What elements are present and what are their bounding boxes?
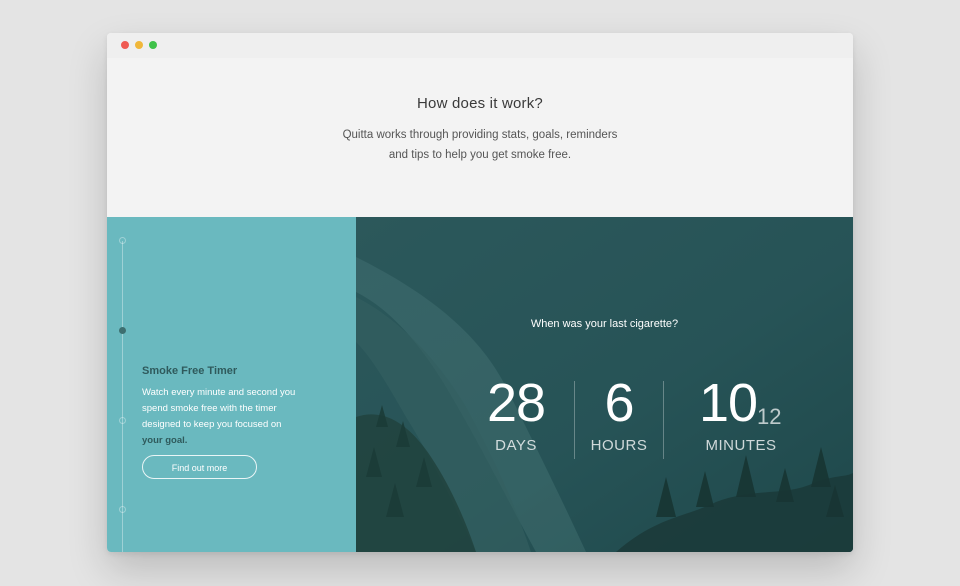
timer-days: 28 DAYS <box>476 375 556 454</box>
section-title: How does it work? <box>417 95 543 112</box>
timeline-step-3[interactable] <box>119 417 126 424</box>
maximize-window-dot[interactable] <box>149 41 157 49</box>
timer-divider <box>574 381 575 459</box>
feature-title: Smoke Free Timer <box>142 365 238 377</box>
timer-hours: 6 HOURS <box>584 375 654 454</box>
timer-divider <box>663 381 664 459</box>
minutes-label: MINUTES <box>705 437 777 454</box>
how-it-works-section: How does it work? Quitta works through p… <box>107 58 853 217</box>
timeline-step-1[interactable] <box>119 237 126 244</box>
description-line-1: Quitta works through providing stats, go… <box>342 129 618 141</box>
browser-window: How does it work? Quitta works through p… <box>107 33 853 552</box>
feature-description-emphasis: your goal. <box>142 435 188 446</box>
timeline-step-4[interactable] <box>119 506 126 513</box>
minimize-window-dot[interactable] <box>135 41 143 49</box>
feature-description-text: Watch every minute and second you spend … <box>142 387 296 430</box>
last-cigarette-question: When was your last cigarette? <box>530 318 679 330</box>
days-value: 28 <box>486 373 546 433</box>
window-titlebar <box>107 33 853 58</box>
timer-hero: When was your last cigarette? 28 DAYS 6 … <box>356 217 853 552</box>
seconds-value: 12 <box>757 404 782 429</box>
find-out-more-button[interactable]: Find out more <box>142 455 257 479</box>
close-window-dot[interactable] <box>121 41 129 49</box>
timeline-step-2-active[interactable] <box>119 327 126 334</box>
feature-sidebar: Smoke Free Timer Watch every minute and … <box>107 217 356 552</box>
description-line-2: and tips to help you get smoke free. <box>388 149 572 161</box>
hours-label: HOURS <box>590 437 648 454</box>
days-label: DAYS <box>495 437 537 454</box>
section-description: Quitta works through providing stats, go… <box>107 125 853 165</box>
hours-value: 6 <box>604 373 634 433</box>
feature-description: Watch every minute and second you spend … <box>142 385 302 449</box>
